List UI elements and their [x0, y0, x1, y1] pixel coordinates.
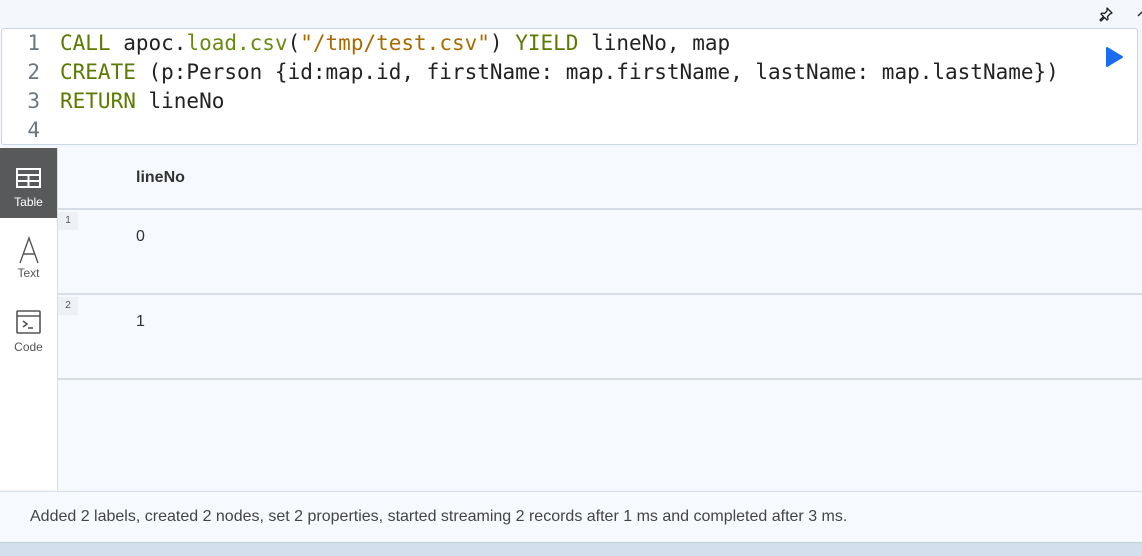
line-number: 1	[27, 31, 40, 55]
text-icon	[19, 236, 39, 264]
column-header[interactable]: lineNo	[136, 169, 185, 187]
code-token: lineNo, map	[578, 31, 731, 55]
table-cell: 0	[136, 228, 145, 245]
table-row: 2 1	[58, 295, 1142, 380]
pin-icon[interactable]	[1098, 6, 1114, 22]
table-icon	[16, 168, 41, 188]
code-token: RETURN	[60, 89, 136, 113]
table-cell: 1	[136, 313, 145, 330]
terminal-icon	[16, 310, 41, 334]
view-tab-label: Text	[17, 266, 40, 280]
line-number: 3	[27, 89, 40, 113]
view-tab-table[interactable]: Table	[0, 148, 57, 218]
line-number: 4	[27, 118, 40, 142]
code-line[interactable]: 2 CREATE (p:Person {id:map.id, firstName:…	[2, 58, 1059, 87]
code-token: YIELD	[515, 31, 579, 55]
code-token: "/tmp/test.csv"	[300, 31, 490, 55]
view-tab-label: Code	[14, 340, 43, 354]
code-line[interactable]: 3 RETURN lineNo	[2, 87, 224, 116]
status-bar: Added 2 labels, created 2 nodes, set 2 p…	[0, 491, 1142, 542]
frame-toolbar	[0, 0, 1142, 28]
result-table: lineNo 1 0 2 1	[58, 148, 1142, 490]
view-switcher: Table Text Code	[0, 148, 58, 490]
table-row: 1 0	[58, 210, 1142, 295]
row-index: 1	[58, 212, 78, 230]
code-token: apoc.	[110, 31, 187, 55]
chevron-up-icon[interactable]	[1136, 6, 1142, 22]
view-tab-code[interactable]: Code	[0, 294, 57, 364]
code-token: CALL	[60, 31, 111, 55]
frame-bottom-edge	[0, 542, 1142, 556]
table-header: lineNo	[58, 148, 1142, 210]
row-index: 2	[58, 297, 78, 315]
line-number: 2	[27, 60, 40, 84]
query-summary: Added 2 labels, created 2 nodes, set 2 p…	[30, 508, 848, 525]
code-token: load.csv	[186, 31, 288, 55]
play-icon[interactable]	[1103, 46, 1125, 68]
query-editor[interactable]: 1 CALL apoc.load.csv("/tmp/test.csv") YIE…	[1, 28, 1138, 145]
view-tab-label: Table	[14, 195, 43, 209]
code-token: lineNo	[135, 89, 225, 113]
code-token: (p:Person {id:map.id, firstName: map.fir…	[135, 60, 1059, 84]
view-tab-text[interactable]: Text	[0, 220, 57, 290]
code-token: CREATE	[60, 60, 136, 84]
code-line[interactable]: 4	[2, 116, 60, 145]
code-token: (	[287, 31, 301, 55]
code-line[interactable]: 1 CALL apoc.load.csv("/tmp/test.csv") YIE…	[2, 29, 730, 58]
code-token: )	[489, 31, 516, 55]
